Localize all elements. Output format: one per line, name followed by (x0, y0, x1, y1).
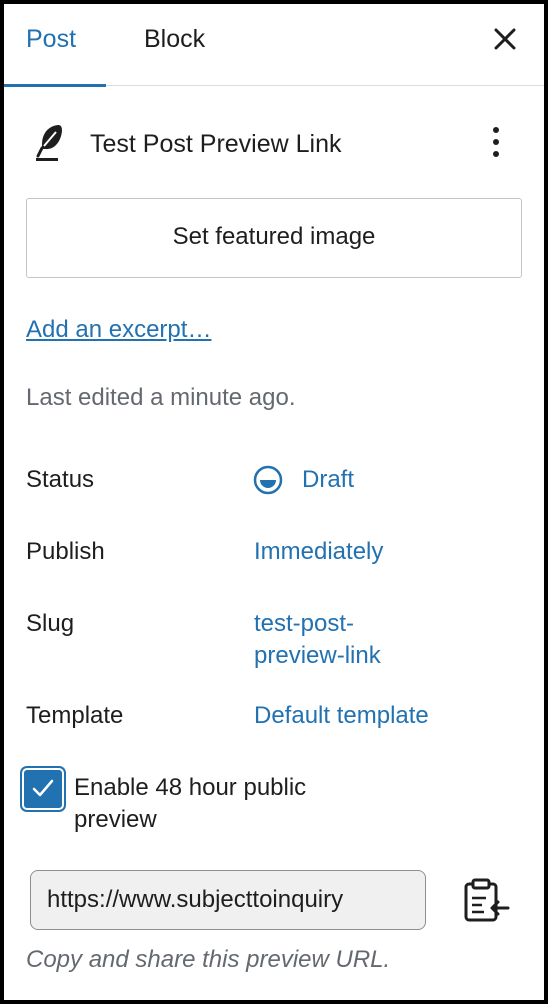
publish-label: Publish (26, 538, 105, 565)
tab-block[interactable]: Block (144, 4, 205, 86)
close-settings-button[interactable] (490, 24, 520, 54)
checkmark-icon (32, 779, 54, 797)
slug-value-line2: preview-link (254, 642, 381, 669)
tab-block-label: Block (144, 25, 206, 53)
publish-value-button[interactable]: Immediately (254, 536, 383, 568)
clipboard-copy-icon[interactable] (460, 876, 510, 926)
template-label: Template (26, 702, 124, 729)
status-label: Status (26, 466, 95, 493)
post-title-row: Test Post Preview Link (4, 114, 544, 174)
close-icon (494, 28, 516, 50)
slug-value-button[interactable]: test-post- preview-link (254, 608, 381, 672)
tab-post[interactable]: Post (4, 4, 107, 87)
draft-status-icon (253, 465, 283, 495)
tab-post-label: Post (26, 25, 77, 53)
template-value-button[interactable]: Default template (254, 700, 429, 732)
more-vertical-icon[interactable] (482, 122, 510, 162)
active-tab-indicator (4, 84, 107, 87)
public-preview-checkbox-label: Enable 48 hour public preview (74, 774, 307, 833)
public-preview-checkbox[interactable] (24, 770, 62, 808)
add-excerpt-link[interactable]: Add an excerpt… (26, 314, 211, 346)
slug-label: Slug (26, 610, 75, 637)
post-title: Test Post Preview Link (90, 130, 342, 158)
preview-url-field[interactable] (30, 870, 426, 930)
post-settings-panel: Post Block Test Post Preview Link Set fe… (4, 4, 544, 1000)
set-featured-image-button[interactable]: Set featured image (26, 198, 522, 278)
sidebar-tabs: Post Block (4, 4, 544, 87)
last-edited-text: Last edited a minute ago. (26, 384, 296, 411)
feather-icon (36, 125, 62, 161)
slug-value-line1: test-post- (254, 610, 355, 637)
status-value-button[interactable]: Draft (302, 464, 354, 496)
preview-url-help-text: Copy and share this preview URL. (26, 946, 391, 973)
